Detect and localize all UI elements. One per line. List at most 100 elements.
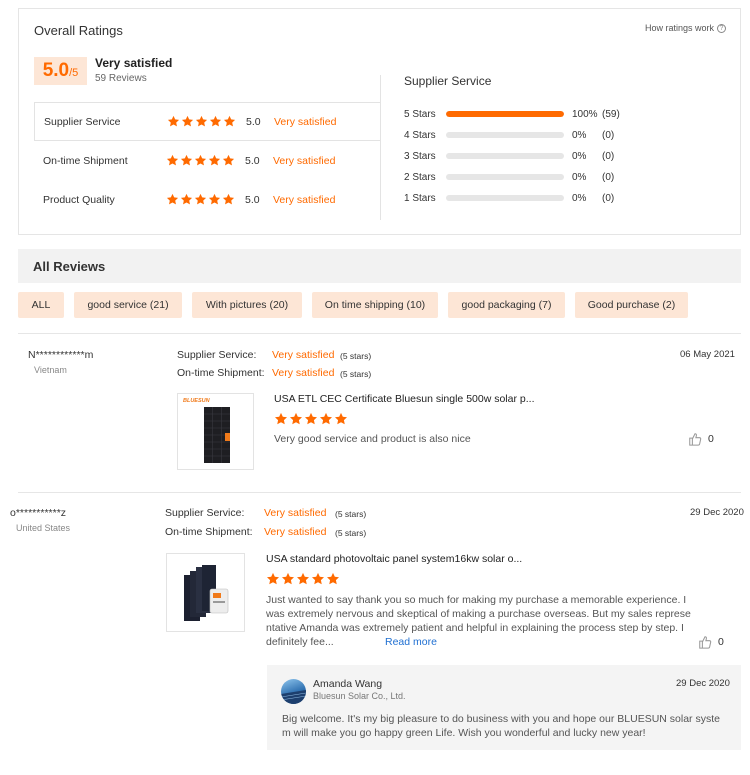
filter-chip-good-packaging[interactable]: good packaging (7) bbox=[448, 292, 565, 318]
distribution-row: 2 Stars 0% (0) bbox=[404, 170, 614, 184]
star-rating bbox=[166, 154, 235, 167]
solar-panel-icon bbox=[204, 407, 230, 463]
star-icon bbox=[166, 193, 179, 205]
distribution-percent: 0% bbox=[572, 129, 587, 141]
like-count: 0 bbox=[708, 433, 714, 445]
on-time-shipment-value: Very satisfied bbox=[272, 367, 335, 379]
review-date: 29 Dec 2020 bbox=[690, 507, 744, 518]
brand-logo: BLUESUN bbox=[183, 398, 210, 404]
review-comment-line: Just wanted to say thank you so much for… bbox=[266, 594, 687, 606]
reviewer-country: United States bbox=[16, 523, 71, 533]
reviewer-name: o***********z bbox=[10, 507, 67, 519]
supplier-reply: Amanda Wang Bluesun Solar Co., Ltd. 29 D… bbox=[267, 665, 741, 750]
distribution-percent: 100% bbox=[572, 108, 598, 120]
star-icon bbox=[274, 412, 288, 425]
star-icon bbox=[180, 193, 193, 205]
product-thumbnail[interactable]: BLUESUN bbox=[177, 393, 254, 470]
star-icon bbox=[180, 154, 193, 166]
filter-chip-with-pictures[interactable]: With pictures (20) bbox=[192, 292, 302, 318]
overall-score-denominator: /5 bbox=[69, 67, 79, 79]
distribution-percent: 0% bbox=[572, 192, 587, 204]
star-icon bbox=[281, 572, 295, 585]
overall-satisfaction: Very satisfied bbox=[95, 56, 173, 70]
supplier-service-stars: (5 stars) bbox=[340, 351, 372, 361]
reply-date: 29 Dec 2020 bbox=[676, 678, 730, 689]
question-icon: ? bbox=[717, 23, 726, 33]
star-icon bbox=[223, 115, 236, 127]
distribution-count: (0) bbox=[602, 150, 615, 162]
star-icon bbox=[181, 115, 194, 127]
review-comment-line: ntative Amanda was extremely patient and… bbox=[266, 622, 684, 634]
supplier-service-stars: (5 stars) bbox=[335, 509, 367, 519]
star-rating bbox=[166, 193, 235, 206]
review-comment: Just wanted to say thank you so much for… bbox=[266, 593, 711, 649]
sub-rating-label: On-time Shipment bbox=[43, 154, 128, 167]
reviews-count: 59 Reviews bbox=[95, 73, 147, 84]
reply-text-line: m will make you go happy green Life. Wis… bbox=[282, 727, 646, 739]
solar-system-icon bbox=[184, 565, 229, 621]
how-ratings-work-label: How ratings work bbox=[644, 23, 714, 33]
star-icon bbox=[167, 115, 180, 127]
on-time-shipment-stars: (5 stars) bbox=[340, 369, 372, 379]
distribution-count: (0) bbox=[602, 171, 615, 183]
supplier-service-value: Very satisfied bbox=[272, 349, 335, 361]
distribution-label: 4 Stars bbox=[404, 129, 436, 141]
sub-rating-score: 5.0 bbox=[246, 115, 261, 128]
reviewer-name: N************m bbox=[28, 349, 94, 361]
star-icon bbox=[166, 154, 179, 166]
product-thumbnail[interactable] bbox=[166, 553, 245, 632]
supplier-service-label: Supplier Service: bbox=[165, 507, 245, 519]
review-date: 06 May 2021 bbox=[680, 349, 735, 360]
how-ratings-work-link[interactable]: How ratings work ? bbox=[645, 23, 726, 33]
review-comment-last-line: definitely fee... Read more bbox=[266, 635, 711, 649]
like-button[interactable]: 0 bbox=[688, 432, 714, 446]
filter-chip-good-purchase[interactable]: Good purchase (2) bbox=[575, 292, 688, 318]
product-title[interactable]: USA standard photovoltaic panel system16… bbox=[266, 553, 522, 565]
sub-rating-text: Very satisfied bbox=[274, 115, 337, 128]
on-time-shipment-label: On-time Shipment: bbox=[177, 367, 265, 379]
overall-score-badge: 5.0 /5 bbox=[34, 57, 87, 85]
star-icon bbox=[289, 412, 303, 425]
on-time-shipment-stars: (5 stars) bbox=[335, 528, 367, 538]
star-icon bbox=[222, 193, 235, 205]
filter-chip-good-service[interactable]: good service (21) bbox=[74, 292, 182, 318]
divider bbox=[380, 75, 381, 220]
review-comment-line: definitely fee... bbox=[266, 636, 334, 648]
star-icon bbox=[266, 572, 280, 585]
distribution-row: 1 Stars 0% (0) bbox=[404, 191, 614, 205]
sub-rating-row-product-quality: Product Quality 5.0 Very satisfied bbox=[34, 180, 381, 219]
avatar bbox=[281, 679, 306, 704]
like-button[interactable]: 0 bbox=[698, 635, 724, 649]
star-icon bbox=[209, 115, 222, 127]
filter-chip-on-time-shipping[interactable]: On time shipping (10) bbox=[312, 292, 438, 318]
solar-field-icon bbox=[281, 690, 306, 704]
all-reviews-title: All Reviews bbox=[33, 259, 106, 274]
review-star-rating bbox=[266, 572, 340, 586]
sub-rating-row-on-time-shipment: On-time Shipment 5.0 Very satisfied bbox=[34, 141, 381, 180]
distribution-bar bbox=[446, 174, 564, 180]
filter-chip-all[interactable]: ALL bbox=[18, 292, 64, 318]
supplier-service-value: Very satisfied bbox=[264, 507, 327, 519]
star-rating bbox=[167, 115, 236, 128]
star-icon bbox=[194, 193, 207, 205]
star-icon bbox=[194, 154, 207, 166]
reply-text: Big welcome. It's my big pleasure to do … bbox=[282, 712, 737, 740]
distribution-percent: 0% bbox=[572, 171, 587, 183]
supplier-service-label: Supplier Service: bbox=[177, 349, 257, 361]
distribution-count: (59) bbox=[602, 108, 620, 120]
distribution-row: 4 Stars 0% (0) bbox=[404, 128, 614, 142]
reply-company: Bluesun Solar Co., Ltd. bbox=[313, 691, 406, 701]
review-comment: Very good service and product is also ni… bbox=[274, 433, 471, 445]
sub-rating-row-supplier-service: Supplier Service 5.0 Very satisfied bbox=[34, 102, 381, 141]
read-more-link[interactable]: Read more bbox=[385, 635, 437, 649]
thumbs-up-icon bbox=[699, 636, 712, 649]
sub-rating-text: Very satisfied bbox=[273, 193, 336, 206]
star-icon bbox=[296, 572, 310, 585]
distribution-row: 3 Stars 0% (0) bbox=[404, 149, 614, 163]
distribution-label: 5 Stars bbox=[404, 108, 436, 120]
star-icon bbox=[208, 154, 221, 166]
star-icon bbox=[311, 572, 325, 585]
distribution-label: 3 Stars bbox=[404, 150, 436, 162]
distribution-percent: 0% bbox=[572, 150, 587, 162]
product-title[interactable]: USA ETL CEC Certificate Bluesun single 5… bbox=[274, 393, 534, 405]
